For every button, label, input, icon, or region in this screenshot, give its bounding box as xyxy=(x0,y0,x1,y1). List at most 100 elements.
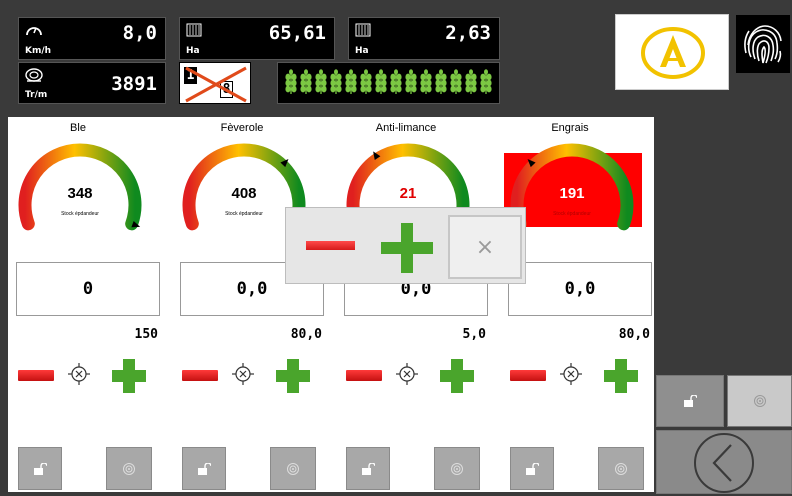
wheat-icon xyxy=(420,68,432,94)
decrease-rate-button[interactable] xyxy=(182,370,218,381)
product-column: Fèverole 408 Stock épdandeur 0,0 80,0 xyxy=(172,117,332,492)
spiral-icon xyxy=(123,462,135,475)
products-panel: Ble 348 Stock épdandeur 0 150 Fèverole 408 Stoc… xyxy=(8,117,654,492)
fingerprint-icon xyxy=(744,25,782,64)
target-icon[interactable] xyxy=(396,363,418,385)
wheat-icon xyxy=(450,68,462,94)
seed-row-icon xyxy=(419,68,433,98)
global-reset-button[interactable] xyxy=(727,375,792,427)
reset-button[interactable] xyxy=(106,447,152,490)
unlock-icon xyxy=(684,395,697,407)
product-column: Anti-limance 21 0,0 5,0 xyxy=(336,117,496,492)
target-rate: 5,0 xyxy=(462,327,486,342)
global-lock-button[interactable] xyxy=(656,375,724,427)
decrease-rate-button[interactable] xyxy=(346,370,382,381)
unlock-icon xyxy=(34,462,47,475)
disc-icon xyxy=(25,68,43,82)
adjust-popup: × xyxy=(285,207,526,284)
seed-row-icon xyxy=(404,68,418,98)
rpm-unit: Tr/m xyxy=(25,90,48,100)
spiral-icon xyxy=(615,462,627,475)
area-total-unit: Ha xyxy=(186,46,200,56)
spiral-icon xyxy=(451,462,463,475)
unlock-icon xyxy=(526,462,539,475)
target-rate: 80,0 xyxy=(618,327,650,342)
decrease-rate-button[interactable] xyxy=(510,370,546,381)
wheat-icon xyxy=(315,68,327,94)
stock-value: 348 xyxy=(67,185,93,202)
popup-close-button[interactable]: × xyxy=(448,215,522,279)
popup-plus-button[interactable] xyxy=(381,223,433,273)
lock-button[interactable] xyxy=(510,447,554,490)
increase-rate-button[interactable] xyxy=(112,359,146,393)
wheat-icon xyxy=(345,68,357,94)
spiral-icon xyxy=(753,395,766,407)
section-toggle[interactable]: 1 8 xyxy=(179,62,251,104)
lock-button[interactable] xyxy=(18,447,62,490)
area-total-value: 65,61 xyxy=(268,22,326,44)
seed-row-icon xyxy=(434,68,448,98)
target-rate: 150 xyxy=(134,327,158,342)
brand-logo xyxy=(615,14,729,90)
seed-row-icon xyxy=(314,68,328,98)
close-icon: × xyxy=(475,234,495,260)
product-column: Engrais 191 Stock épdandeur 0,0 80,0 xyxy=(500,117,660,492)
popup-minus-button[interactable] xyxy=(306,241,355,250)
rpm-panel: Tr/m 3891 xyxy=(18,62,166,104)
lock-button[interactable] xyxy=(346,447,390,490)
lock-button[interactable] xyxy=(182,447,226,490)
wheat-icon xyxy=(375,68,387,94)
wheat-icon xyxy=(465,68,477,94)
seed-row-icon xyxy=(449,68,463,98)
brand-logo-icon xyxy=(641,27,705,79)
seed-row-icon xyxy=(344,68,358,98)
wheat-icon xyxy=(285,68,297,94)
section-crossed-icon xyxy=(185,66,247,103)
target-icon[interactable] xyxy=(560,363,582,385)
area-partial-unit: Ha xyxy=(355,46,369,56)
seed-row-icon xyxy=(284,68,298,98)
spiral-icon xyxy=(287,462,299,475)
target-rate: 80,0 xyxy=(290,327,322,342)
speedometer-icon xyxy=(26,27,42,36)
wheat-icon xyxy=(360,68,372,94)
stock-label: Stock épdandeur xyxy=(553,211,591,217)
speed-value: 8,0 xyxy=(122,22,157,44)
unlock-icon xyxy=(198,462,211,475)
area-partial-panel: Ha 2,63 xyxy=(348,17,500,60)
area-partial-value: 2,63 xyxy=(445,22,491,44)
increase-rate-button[interactable] xyxy=(276,359,310,393)
reset-button[interactable] xyxy=(598,447,644,490)
field-icon xyxy=(186,23,202,37)
applied-quantity: 0 xyxy=(16,262,160,316)
wheat-icon xyxy=(480,68,492,94)
back-button[interactable] xyxy=(656,430,792,494)
speed-unit: Km/h xyxy=(25,46,52,56)
applied-quantity: 0,0 xyxy=(508,262,652,316)
wheat-icon xyxy=(435,68,447,94)
stock-value: 191 xyxy=(559,185,585,202)
decrease-rate-button[interactable] xyxy=(18,370,54,381)
reset-button[interactable] xyxy=(270,447,316,490)
stock-value: 21 xyxy=(399,185,417,202)
wheat-icon xyxy=(300,68,312,94)
seed-row-icon xyxy=(329,68,343,98)
unlock-icon xyxy=(362,462,375,475)
rpm-value: 3891 xyxy=(111,73,157,95)
wheat-icon xyxy=(405,68,417,94)
area-total-panel: Ha 65,61 xyxy=(179,17,335,60)
stock-value: 408 xyxy=(231,185,257,202)
app-screen: Km/h 8,0 Ha 65,61 Ha 2,63 Tr/m 3891 1 Bl… xyxy=(0,0,792,496)
seed-row-icon xyxy=(359,68,373,98)
increase-rate-button[interactable] xyxy=(440,359,474,393)
increase-rate-button[interactable] xyxy=(604,359,638,393)
seed-row-icon xyxy=(374,68,388,98)
speed-panel: Km/h 8,0 xyxy=(18,17,166,60)
reset-button[interactable] xyxy=(434,447,480,490)
stock-label: Stock épdandeur xyxy=(225,211,263,217)
seed-row-icon xyxy=(479,68,493,98)
target-icon[interactable] xyxy=(68,363,90,385)
target-icon[interactable] xyxy=(232,363,254,385)
fingerprint-button[interactable] xyxy=(736,15,790,73)
chevron-left-icon xyxy=(694,433,754,493)
